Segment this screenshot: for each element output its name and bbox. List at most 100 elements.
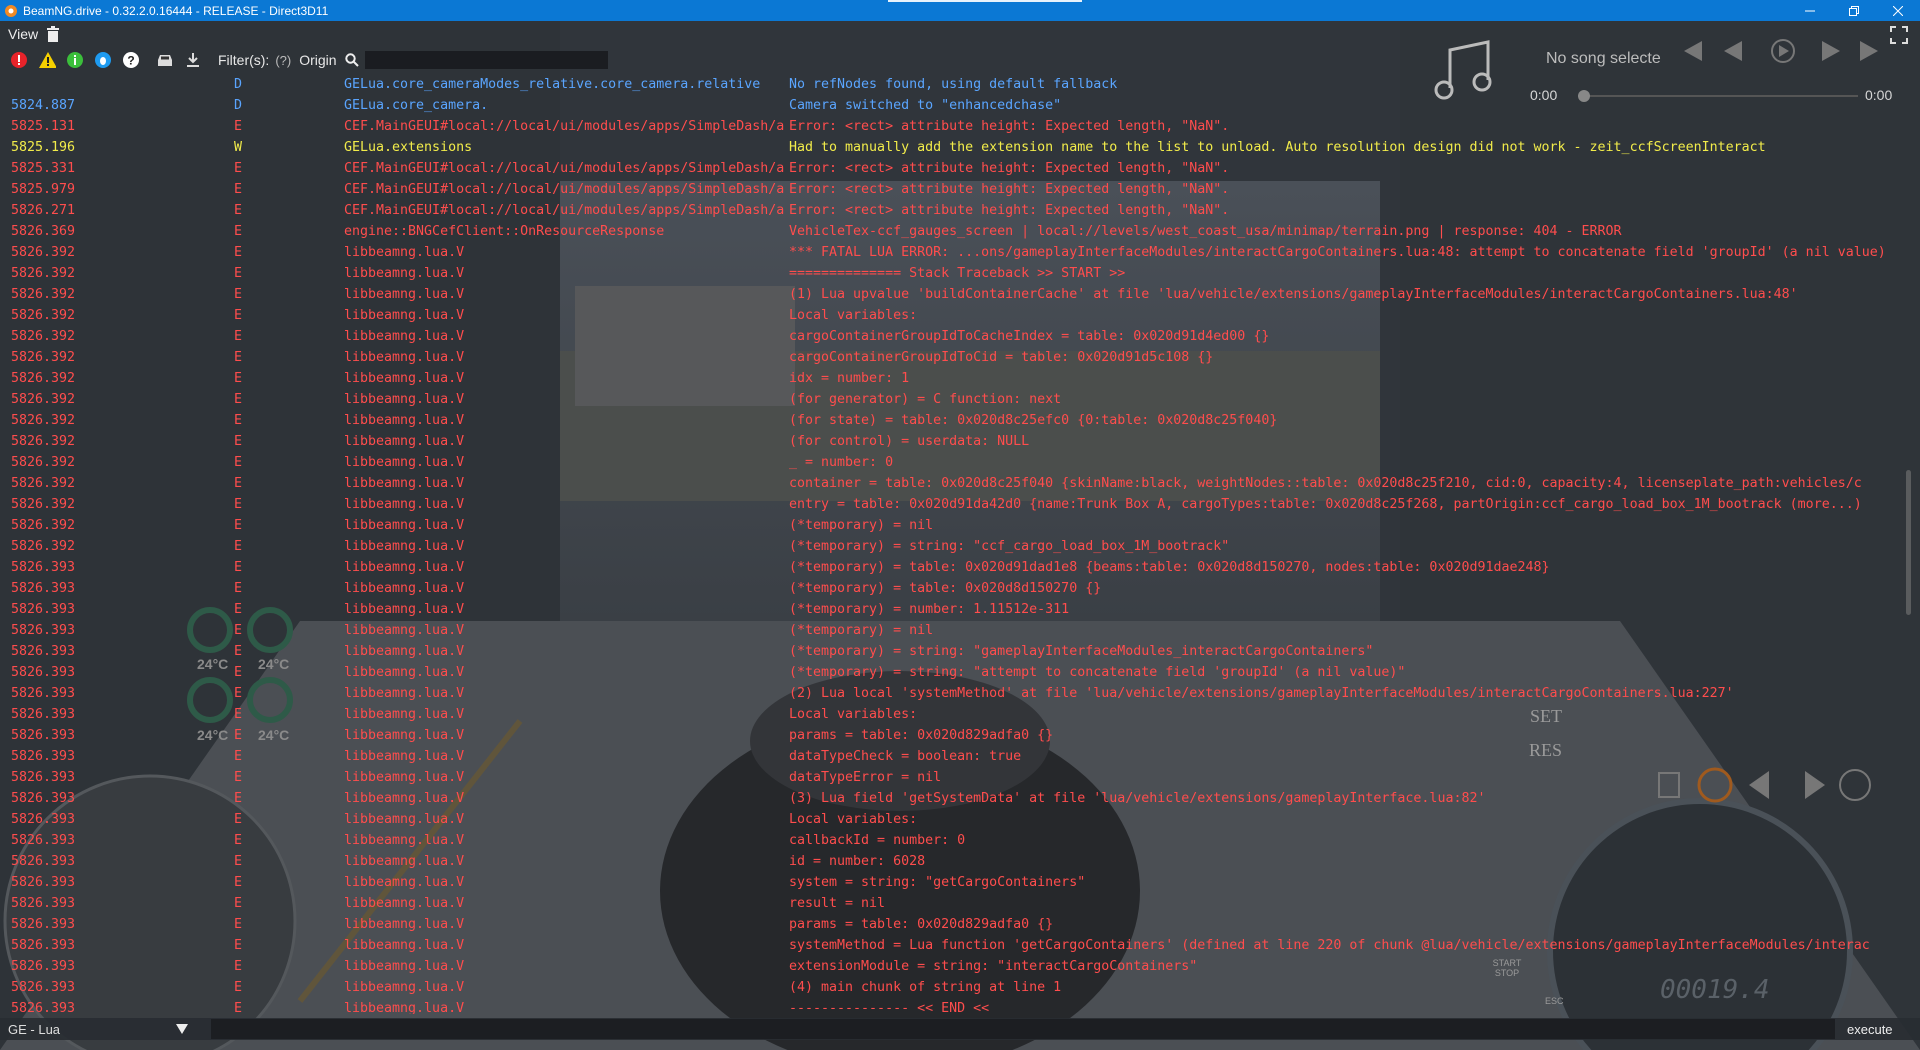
log-message: Error: <rect> attribute height: Expected…	[789, 203, 1230, 218]
chevron-down-icon	[176, 1024, 188, 1034]
log-origin: libbeamng.lua.V	[344, 686, 465, 701]
log-origin: libbeamng.lua.V	[344, 623, 465, 638]
trash-icon[interactable]	[46, 26, 60, 42]
log-time: 5826.392	[11, 539, 76, 554]
log-level: E	[234, 959, 243, 974]
log-message: systemMethod = Lua function 'getCargoCon…	[789, 938, 1870, 953]
filters-help-hint[interactable]: (?)	[275, 53, 291, 68]
log-time: 5826.392	[11, 413, 76, 428]
log-row: 5824.887 D GELua.core_camera. Camera switch…	[0, 95, 1900, 116]
log-row: 5826.393 Elibbeamng.lua.V result = nil	[0, 893, 1900, 914]
log-level: E	[234, 602, 243, 617]
debug-filter-icon[interactable]	[94, 51, 112, 69]
log-time: 5826.393	[11, 707, 76, 722]
log-level: E	[234, 791, 243, 806]
log-origin: libbeamng.lua.V	[344, 350, 465, 365]
log-time: 5826.392	[11, 497, 76, 512]
log-level: E	[234, 896, 243, 911]
command-input[interactable]	[211, 1019, 1835, 1039]
log-message: (1) Lua upvalue 'buildContainerCache' at…	[789, 287, 1798, 302]
log-message: (*temporary) = table: 0x020d8d150270 {}	[789, 581, 1102, 596]
log-origin: libbeamng.lua.V	[344, 896, 465, 911]
log-origin: libbeamng.lua.V	[344, 455, 465, 470]
svg-text:?: ?	[127, 54, 134, 68]
context-select[interactable]: GE - Lua	[8, 1022, 188, 1037]
log-level: E	[234, 455, 243, 470]
log-message: callbackId = number: 0	[789, 833, 966, 848]
log-row: 5826.392 Elibbeamng.lua.V *** FATAL LUA ER…	[0, 242, 1900, 263]
log-origin: libbeamng.lua.V	[344, 434, 465, 449]
log-row: 5826.392 Elibbeamng.lua.V entry = table: …	[0, 494, 1900, 515]
log-message: (for generator) = C function: next	[789, 392, 1062, 407]
log-origin: libbeamng.lua.V	[344, 875, 465, 890]
log-origin: CEF.MainGEUI#local://local/ui/modules/ap…	[344, 182, 785, 197]
log-time: 5824.887	[11, 98, 76, 113]
log-origin: engine::BNGCefClient::OnResourceResponse	[344, 224, 665, 239]
log-row: 5826.393 Elibbeamng.lua.V (*temporary) = …	[0, 599, 1900, 620]
log-level: E	[234, 266, 243, 281]
log-time: 5826.393	[11, 644, 76, 659]
log-origin: libbeamng.lua.V	[344, 308, 465, 323]
origin-toggle[interactable]: Origin	[299, 52, 336, 68]
log-time: 5826.271	[11, 203, 76, 218]
log-message: params = table: 0x020d829adfa0 {}	[789, 917, 1054, 932]
title-drag-indicator	[888, 0, 1082, 2]
log-message: Error: <rect> attribute height: Expected…	[789, 182, 1230, 197]
log-time: 5826.393	[11, 728, 76, 743]
log-row: 5826.393 Elibbeamng.lua.V systemMethod = …	[0, 935, 1900, 956]
execute-button[interactable]: execute	[1843, 1022, 1897, 1037]
log-time: 5826.392	[11, 455, 76, 470]
error-filter-icon[interactable]	[10, 51, 28, 69]
log-row: 5826.393 Elibbeamng.lua.V system = string…	[0, 872, 1900, 893]
log-origin: libbeamng.lua.V	[344, 980, 465, 995]
music-controls[interactable]	[1682, 38, 1907, 64]
log-message: (for control) = userdata: NULL	[789, 434, 1030, 449]
log-row: 5825.131 E CEF.MainGEUI#local://local/ui/m…	[0, 116, 1900, 137]
log-message: (*temporary) = table: 0x020d91dad1e8 {be…	[789, 560, 1550, 575]
log-search-input[interactable]	[364, 51, 608, 69]
log-scrollbar[interactable]	[1906, 470, 1911, 615]
log-row: 5826.393 Elibbeamng.lua.V --------------- …	[0, 998, 1900, 1014]
log-row: 5826.392 Elibbeamng.lua.V (*temporary) = …	[0, 515, 1900, 536]
warning-filter-icon[interactable]	[38, 51, 56, 69]
download-icon[interactable]	[184, 51, 202, 69]
log-row: 5826.392 Elibbeamng.lua.V idx = number: 1	[0, 368, 1900, 389]
log-origin: libbeamng.lua.V	[344, 1001, 465, 1014]
log-time: 5825.196	[11, 140, 76, 155]
log-row: 5826.392 Elibbeamng.lua.V (1) Lua upvalue …	[0, 284, 1900, 305]
log-origin: libbeamng.lua.V	[344, 938, 465, 953]
log-level: E	[234, 245, 243, 260]
log-time: 5826.393	[11, 812, 76, 827]
log-level: E	[234, 434, 243, 449]
log-message: params = table: 0x020d829adfa0 {}	[789, 728, 1054, 743]
close-icon[interactable]	[1876, 0, 1920, 21]
log-message: (*temporary) = string: "ccf_cargo_load_b…	[789, 539, 1230, 554]
log-row: 5826.393 Elibbeamng.lua.V (*temporary) = …	[0, 662, 1900, 683]
log-time: 5826.393	[11, 581, 76, 596]
log-message: Camera switched to "enhancedchase"	[789, 98, 1062, 113]
log-row: 5826.393 Elibbeamng.lua.V params = table:…	[0, 725, 1900, 746]
log-message: cargoContainerGroupIdToCacheIndex = tabl…	[789, 329, 1270, 344]
log-message: Error: <rect> attribute height: Expected…	[789, 161, 1230, 176]
log-time: 5826.392	[11, 308, 76, 323]
log-origin: libbeamng.lua.V	[344, 854, 465, 869]
log-time: 5826.393	[11, 875, 76, 890]
log-message: idx = number: 1	[789, 371, 910, 386]
log-row: 5826.392 Elibbeamng.lua.V ============== S…	[0, 263, 1900, 284]
log-origin: libbeamng.lua.V	[344, 476, 465, 491]
help-filter-icon[interactable]: ?	[122, 51, 140, 69]
log-level: E	[234, 224, 243, 239]
log-row: 5826.392 Elibbeamng.lua.V cargoContainerG…	[0, 326, 1900, 347]
log-level: E	[234, 308, 243, 323]
minimize-icon[interactable]	[1788, 0, 1832, 21]
log-origin: libbeamng.lua.V	[344, 749, 465, 764]
view-menu[interactable]: View	[8, 26, 38, 42]
log-level: E	[234, 119, 243, 134]
log-origin: libbeamng.lua.V	[344, 959, 465, 974]
log-level: E	[234, 182, 243, 197]
restore-icon[interactable]	[1832, 0, 1876, 21]
log-level: E	[234, 1001, 243, 1014]
info-filter-icon[interactable]	[66, 51, 84, 69]
vehicle-icon[interactable]	[156, 51, 174, 69]
log-level: E	[234, 749, 243, 764]
